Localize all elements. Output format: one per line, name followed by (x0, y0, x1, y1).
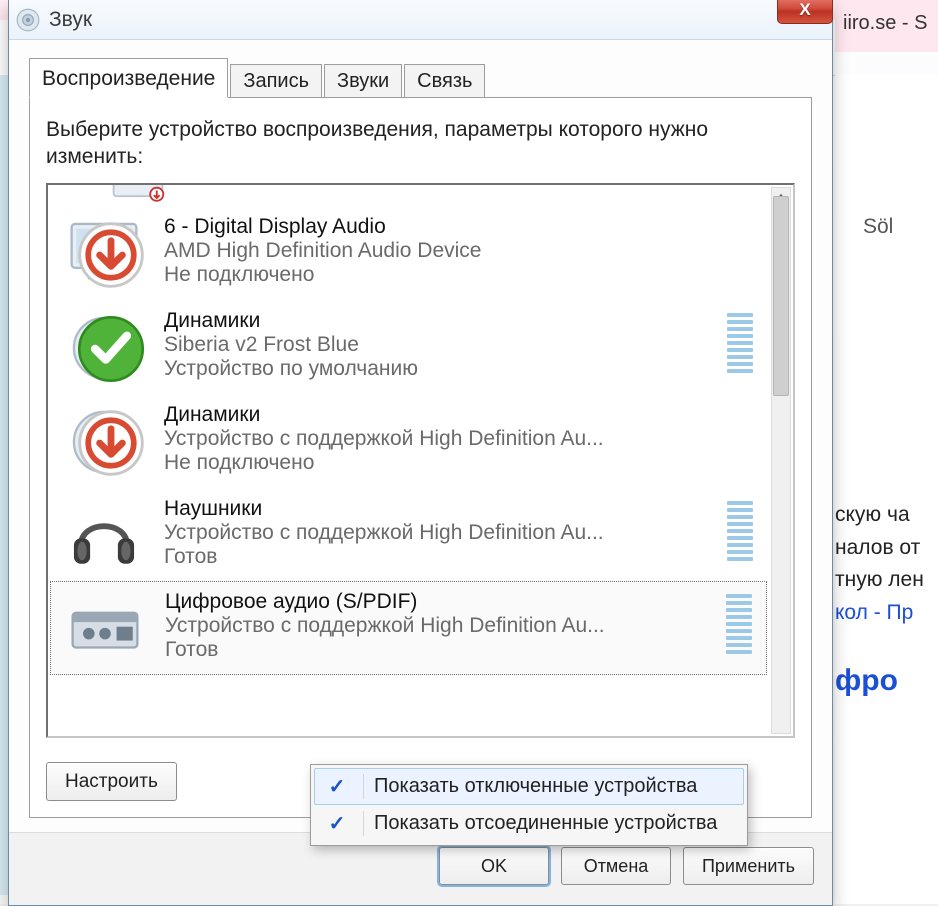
device-name: Динамики (164, 309, 709, 333)
device-status: Не подключено (164, 263, 753, 287)
device-description: AMD High Definition Audio Device (164, 239, 753, 263)
device-description: Устройство с поддержкой High Definition … (164, 427, 753, 451)
close-button[interactable]: X (777, 0, 833, 24)
ok-button[interactable]: OK (439, 847, 549, 885)
bg-tab-title: iiro.se - S (835, 0, 938, 52)
tab-sounds[interactable]: Звуки (324, 64, 402, 98)
clipped-previous-device-icon (108, 185, 168, 205)
unplugged-badge-icon (72, 218, 150, 297)
unplugged-badge-icon (72, 406, 150, 485)
level-meter (726, 594, 752, 654)
tab-communications[interactable]: Связь (404, 64, 485, 98)
tab-recording[interactable]: Запись (230, 64, 322, 98)
bg-text-line: скую ча (835, 499, 938, 532)
device-row[interactable]: 6 - Digital Display AudioAMD High Defini… (48, 205, 769, 299)
check-icon: ✓ (321, 811, 353, 836)
configure-label: Настроить (65, 771, 158, 793)
headphones-icon (62, 497, 146, 575)
configure-button[interactable]: Настроить (46, 762, 177, 801)
bg-text-line: тную лен (835, 564, 938, 597)
device-name: 6 - Digital Display Audio (164, 215, 753, 239)
default-badge-icon (72, 312, 150, 391)
menu-item-label: Показать отключенные устройства (374, 775, 697, 798)
speaker-icon (62, 403, 146, 481)
device-status: Не подключено (164, 451, 753, 475)
bg-link-fragment[interactable]: кол - Пр (835, 597, 938, 630)
device-row[interactable]: Цифровое аудио (S/PDIF)Устройство с подд… (50, 581, 767, 675)
speaker-icon (62, 309, 146, 387)
bg-search-label: Söl (835, 215, 938, 239)
apply-button[interactable]: Применить (683, 847, 814, 885)
instruction-text: Выберите устройство воспроизведения, пар… (46, 116, 795, 171)
context-menu: ✓ Показать отключенные устройства ✓ Показат… (310, 764, 748, 846)
sound-icon (15, 7, 41, 33)
device-row[interactable]: ДинамикиУстройство с поддержкой High Def… (48, 393, 769, 487)
device-name: Наушники (164, 497, 709, 521)
vertical-scrollbar[interactable] (771, 187, 791, 734)
level-meter (727, 501, 753, 561)
device-name: Динамики (164, 403, 753, 427)
menu-item-label: Показать отсоединенные устройства (374, 812, 717, 835)
menu-item-show-disconnected[interactable]: ✓ Показать отсоединенные устройства (314, 805, 744, 842)
scroll-thumb[interactable] (773, 196, 789, 396)
device-row[interactable]: ДинамикиSiberia v2 Frost BlueУстройство … (48, 299, 769, 393)
device-status: Готов (165, 638, 708, 662)
level-meter (727, 313, 753, 373)
device-list: 6 - Digital Display AudioAMD High Defini… (46, 183, 795, 738)
close-icon: X (799, 0, 810, 20)
dialog-title: Звук (49, 8, 92, 32)
device-description: Siberia v2 Frost Blue (164, 333, 709, 357)
tab-playback[interactable]: Воспроизведение (29, 58, 228, 98)
monitor-icon (62, 215, 146, 293)
bg-page-body: Söl скую ча налов от тную лен кол - Пр ф… (835, 75, 938, 904)
device-description: Устройство с поддержкой High Definition … (165, 614, 708, 638)
device-description: Устройство с поддержкой High Definition … (164, 521, 709, 545)
device-row[interactable]: НаушникиУстройство с поддержкой High Def… (48, 487, 769, 581)
device-status: Устройство по умолчанию (164, 357, 709, 381)
bg-heading-fragment[interactable]: фро (835, 664, 938, 698)
cancel-button[interactable]: Отмена (561, 847, 671, 885)
spdif-icon (63, 590, 147, 668)
title-bar[interactable]: Звук X (9, 0, 832, 40)
device-status: Готов (164, 545, 709, 569)
bg-text-line: налов от (835, 532, 938, 565)
device-name: Цифровое аудио (S/PDIF) (165, 590, 708, 614)
tabs: ВоспроизведениеЗаписьЗвукиСвязь (29, 58, 812, 98)
tab-panel-playback: Выберите устройство воспроизведения, пар… (29, 97, 812, 818)
check-icon: ✓ (321, 774, 353, 799)
menu-item-show-disabled[interactable]: ✓ Показать отключенные устройства (314, 768, 744, 805)
